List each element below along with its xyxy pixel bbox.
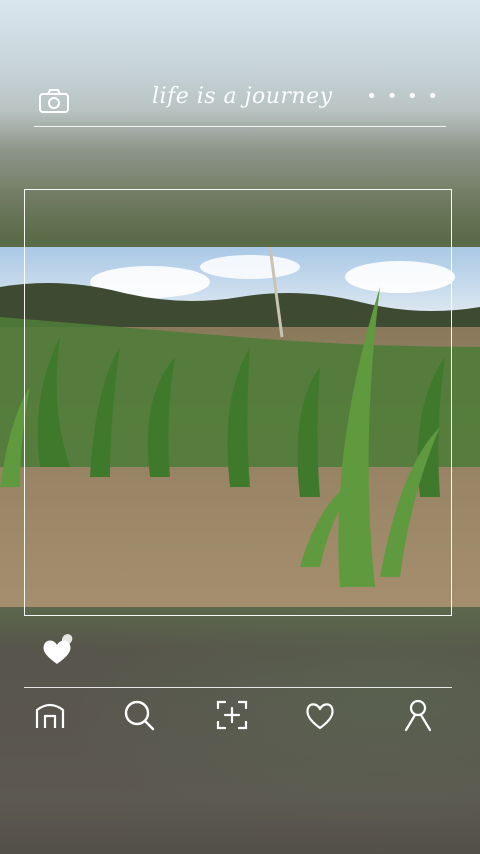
photo-frame xyxy=(24,189,452,616)
heart-outline-icon[interactable] xyxy=(303,698,337,732)
camera-icon[interactable] xyxy=(38,88,70,114)
home-icon[interactable] xyxy=(33,698,67,732)
add-post-icon[interactable] xyxy=(215,698,249,732)
profile-icon[interactable] xyxy=(401,698,435,732)
caption-text: life is a journey xyxy=(152,84,333,109)
double-heart-icon[interactable] xyxy=(40,626,78,666)
search-icon[interactable] xyxy=(122,698,156,732)
more-dots[interactable]: • • • • xyxy=(366,86,440,107)
top-bar: life is a journey • • • • xyxy=(34,78,446,127)
nav-divider xyxy=(24,687,452,688)
